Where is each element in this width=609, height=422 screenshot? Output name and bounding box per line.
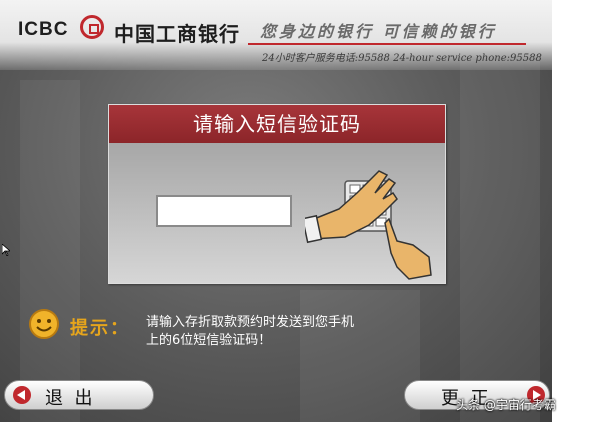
atm-screen: ICBC 中国工商银行 您身边的银行 可信赖的银行 24小时客户服务电话:955… [0,0,552,422]
header-divider [248,43,526,45]
background-building [460,60,540,422]
background-building [20,80,80,422]
service-hotline: 24小时客户服务电话:95588 24-hour service phone:9… [262,53,542,64]
keypad-hand-icon [305,170,432,280]
arrow-left-icon [13,386,31,404]
sms-code-input[interactable] [156,195,292,227]
watermark: 头条 @宇宙行考霸 [456,398,556,412]
icbc-logo-icon [80,15,104,39]
brand-name: 中国工商银行 [114,22,240,46]
bank-header: ICBC 中国工商银行 您身边的银行 可信赖的银行 24小时客户服务电话:955… [0,0,552,70]
exit-button[interactable]: 退 出 [4,380,154,410]
background-building [300,290,420,422]
brand-latin: ICBC [18,19,69,40]
hint-line-2: 上的6位短信验证码！ [146,333,272,348]
mouse-cursor-icon [2,244,10,256]
hint-text: 请输入存折取款预约时发送到您手机 上的6位短信验证码！ [146,314,406,350]
exit-button-label: 退 出 [45,388,93,409]
hint-label: 提示： [70,318,130,339]
slogan: 您身边的银行 可信赖的银行 [260,22,497,41]
dialog-title: 请输入短信验证码 [109,105,445,143]
sms-code-dialog: 请输入短信验证码 [108,104,446,284]
smiley-icon [29,309,59,339]
hint-line-1: 请输入存折取款预约时发送到您手机 [146,315,355,330]
